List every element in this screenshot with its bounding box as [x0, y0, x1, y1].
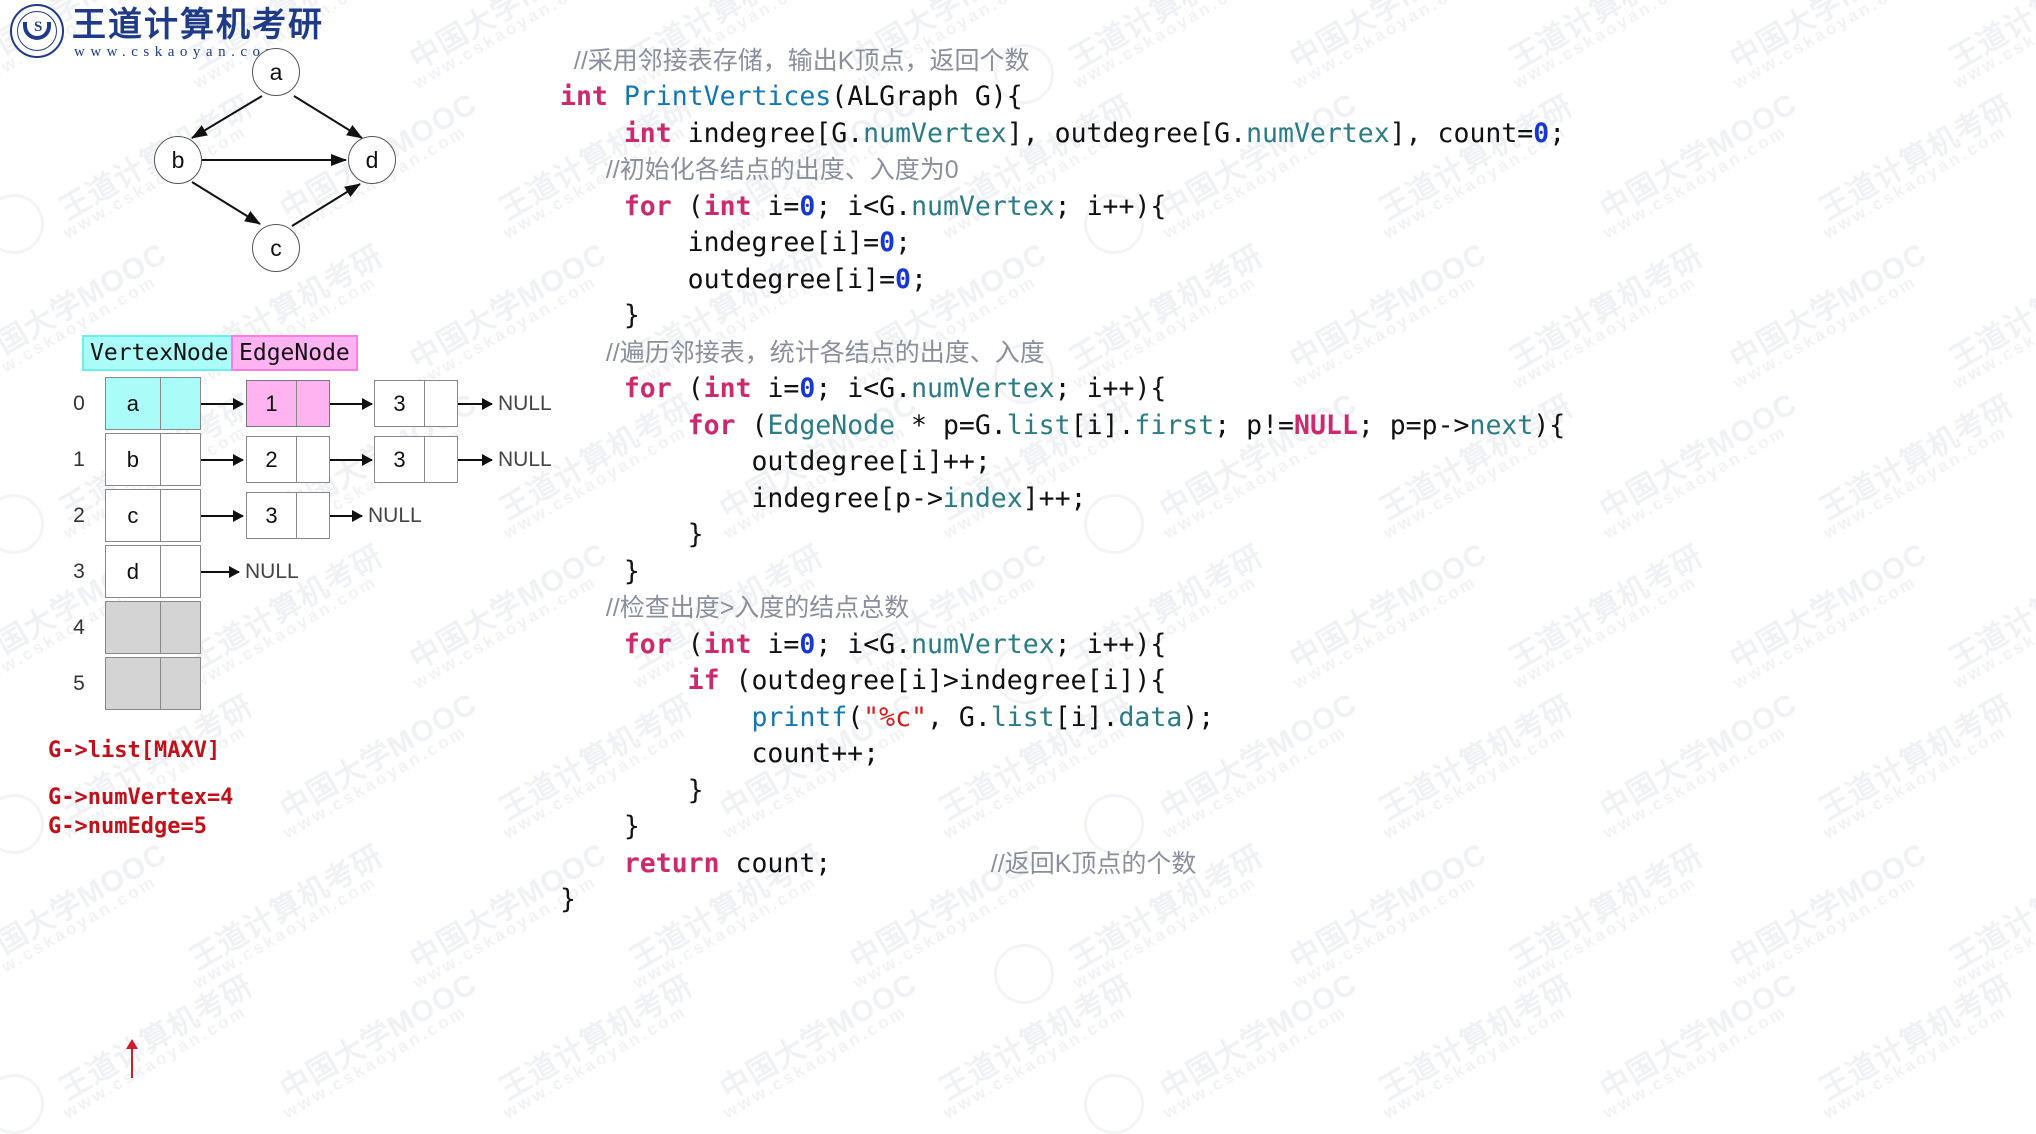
code-line: int indegree[G.numVertex], outdegree[G.n… [623, 117, 1566, 149]
code-line: int PrintVertices(ALGraph G){ [560, 81, 1023, 112]
vertex-cell-0: a [105, 377, 201, 430]
edge-next [297, 381, 329, 426]
code-line: } [560, 774, 704, 806]
link-arrow [201, 398, 244, 410]
vertex-pointer-4 [160, 602, 200, 653]
code-line: } [560, 811, 640, 842]
array-pointer-up-arrow-icon [126, 1039, 138, 1078]
link-arrow [201, 510, 244, 522]
code-line: } [560, 300, 640, 331]
row-index-5: 5 [73, 672, 85, 695]
edge-next [297, 437, 329, 482]
link-arrow [330, 454, 373, 466]
vertex-data-0: a [106, 378, 161, 429]
null-terminator: NULL [498, 392, 552, 415]
edge-node-2-0: 3 [246, 492, 330, 539]
code-line: } [560, 555, 640, 587]
vertex-cell-3: d [105, 545, 201, 598]
code-line: } [560, 884, 576, 915]
edge-node-0-1: 3 [374, 380, 458, 427]
link-arrow [330, 510, 363, 522]
edge-index: 1 [247, 381, 297, 426]
code-line: //采用邻接表存储，输出K顶点，返回个数 [560, 46, 1030, 75]
cskaoyan-seal-logo-icon: S [10, 4, 64, 58]
edge-node-1-1: 3 [374, 436, 458, 483]
edge-index: 3 [247, 493, 297, 538]
vertex-pointer-2 [160, 490, 200, 541]
row-index-3: 3 [73, 560, 85, 583]
vertex-pointer-5 [160, 658, 200, 709]
code-line: indegree[i]=0; [560, 227, 912, 258]
null-terminator: NULL [498, 448, 552, 471]
graph-node-a: a [252, 48, 300, 96]
vertex-pointer-0 [160, 378, 200, 429]
code-block: //采用邻接表存储，输出K顶点，返回个数 int PrintVertices(AL… [560, 0, 2036, 1080]
code-line: count++; [560, 738, 880, 769]
annotation-array-name: G->list[MAXV] [48, 738, 221, 763]
edge-next [425, 381, 457, 426]
vertex-pointer-3 [160, 546, 200, 597]
vertex-data-4 [106, 602, 161, 653]
link-arrow [458, 398, 493, 410]
edge-index: 3 [375, 437, 425, 482]
vertex-cell-1: b [105, 433, 201, 486]
vertex-data-5 [106, 658, 161, 709]
edge-node-1-0: 2 [246, 436, 330, 483]
code-line: if (outdegree[i]>indegree[i]){ [687, 665, 1167, 696]
annotation-num-vertex: G->numVertex=4 [48, 785, 234, 810]
link-arrow [330, 398, 373, 410]
brand-title: 王道计算机考研 [72, 6, 324, 44]
row-index-2: 2 [73, 504, 85, 527]
vertex-data-2: c [106, 490, 161, 541]
link-arrow [201, 566, 240, 578]
edge-next [297, 493, 329, 538]
graph-node-b: b [154, 136, 202, 184]
vertex-cell-2: c [105, 489, 201, 542]
row-index-4: 4 [73, 616, 85, 639]
code-line: //检查出度>入度的结点总数 [591, 594, 910, 622]
code-line: outdegree[i]++; [560, 446, 991, 477]
code-line: printf("%c", G.list[i].data); [751, 701, 1215, 733]
watermark-seal-icon [0, 1074, 44, 1134]
vertex-cell-4 [105, 601, 201, 654]
edge-index: 3 [375, 381, 425, 426]
legend-edgenode: EdgeNode [231, 335, 358, 371]
null-terminator: NULL [245, 560, 299, 583]
adjacency-list-diagram: VertexNode EdgeNode 0 a 1 3 NULL 1 b 2 3… [0, 330, 560, 1080]
row-index-1: 1 [73, 448, 85, 471]
graph-node-c: c [252, 224, 300, 272]
edge-node-0-0: 1 [246, 380, 330, 427]
row-index-0: 0 [73, 392, 85, 415]
code-line: } [560, 519, 704, 550]
code-line: for (int i=0; i<G.numVertex; i++){ [623, 373, 1167, 404]
annotation-num-edge: G->numEdge=5 [48, 814, 207, 839]
legend-vertexnode: VertexNode [82, 335, 237, 371]
link-arrow [458, 454, 493, 466]
watermark-seal-icon [1084, 1074, 1144, 1134]
code-line: indegree[p->index]++; [560, 482, 1087, 514]
null-terminator: NULL [368, 504, 422, 527]
graph-node-d: d [348, 136, 396, 184]
left-panel: S 王道计算机考研 www.cskaoyan.com a b c d Verte… [0, 0, 560, 1080]
link-arrow [201, 454, 244, 466]
code-line: //初始化各结点的出度、入度为0 [591, 156, 959, 184]
edge-next [425, 437, 457, 482]
directed-graph-diagram: a b c d [120, 48, 460, 308]
code-line: for (EdgeNode * p=G.list[i].first; p!=NU… [687, 409, 1566, 441]
code-line: //遍历邻接表，统计各结点的出度、入度 [591, 338, 1045, 367]
code-line: for (int i=0; i<G.numVertex; i++){ [623, 190, 1167, 222]
code-line: outdegree[i]=0; [560, 263, 927, 295]
code-line: for (int i=0; i<G.numVertex; i++){ [623, 628, 1167, 660]
code-line: return count; //返回K顶点的个数 [623, 847, 1197, 879]
vertex-pointer-1 [160, 434, 200, 485]
vertex-data-3: d [106, 546, 161, 597]
vertex-cell-5 [105, 657, 201, 710]
vertex-data-1: b [106, 434, 161, 485]
edge-index: 2 [247, 437, 297, 482]
